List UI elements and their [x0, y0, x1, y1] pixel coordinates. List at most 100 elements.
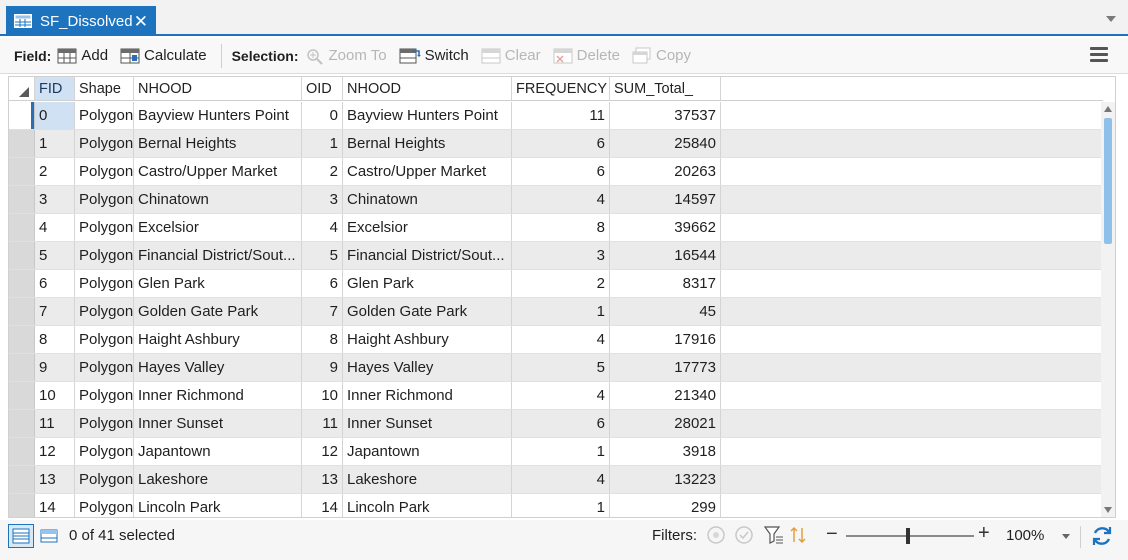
row-selector[interactable] [9, 186, 35, 213]
row-selector[interactable] [9, 466, 35, 493]
table-row[interactable]: 10 Polygon Inner Richmond 10 Inner Richmond 4… [9, 382, 1103, 410]
cell-sum-total[interactable]: 21340 [610, 382, 721, 409]
cell-oid[interactable]: 1 [302, 130, 343, 157]
cell-shape[interactable]: Polygon [75, 186, 134, 213]
zoom-level[interactable]: 100% [1006, 527, 1044, 544]
table-row[interactable]: 1 Polygon Bernal Heights 1 Bernal Heights 6 25… [9, 130, 1103, 158]
cell-frequency[interactable]: 2 [512, 270, 610, 297]
cell-frequency[interactable]: 8 [512, 214, 610, 241]
table-row[interactable]: 9 Polygon Hayes Valley 9 Hayes Valley 5 17773 [9, 354, 1103, 382]
cell-frequency[interactable]: 3 [512, 242, 610, 269]
column-header-sum-total[interactable]: SUM_Total_ [610, 77, 721, 100]
cell-sum-total[interactable]: 28021 [610, 410, 721, 437]
calculate-field-button[interactable]: Calculate [120, 47, 207, 65]
column-header-fid[interactable]: FID [35, 77, 75, 100]
table-row[interactable]: 0 Polygon Bayview Hunters Point 0 Bayview Hu… [9, 102, 1103, 130]
copy-selection-button[interactable]: Copy [632, 47, 691, 65]
cell-nhood[interactable]: Japantown [134, 438, 302, 465]
zoom-slider-handle[interactable] [906, 528, 910, 544]
cell-shape[interactable]: Polygon [75, 102, 134, 129]
cell-nhood[interactable]: Excelsior [134, 214, 302, 241]
cell-nhood-2[interactable]: Inner Sunset [343, 410, 512, 437]
table-row[interactable]: 4 Polygon Excelsior 4 Excelsior 8 39662 [9, 214, 1103, 242]
cell-nhood[interactable]: Lincoln Park [134, 494, 302, 517]
column-header-frequency[interactable]: FREQUENCY [512, 77, 610, 100]
row-selector[interactable] [9, 410, 35, 437]
cell-sum-total[interactable]: 39662 [610, 214, 721, 241]
column-header-shape[interactable]: Shape [75, 77, 134, 100]
cell-frequency[interactable]: 4 [512, 186, 610, 213]
cell-oid[interactable]: 7 [302, 298, 343, 325]
refresh-icon[interactable] [1090, 524, 1114, 548]
zoom-in-button[interactable]: + [978, 522, 990, 545]
vertical-scrollbar[interactable] [1101, 102, 1115, 517]
row-selector[interactable] [9, 130, 35, 157]
cell-oid[interactable]: 0 [302, 102, 343, 129]
cell-shape[interactable]: Polygon [75, 382, 134, 409]
cell-oid[interactable]: 4 [302, 214, 343, 241]
close-icon[interactable]: ✕ [134, 13, 148, 30]
cell-oid[interactable]: 13 [302, 466, 343, 493]
cell-frequency[interactable]: 4 [512, 466, 610, 493]
cell-frequency[interactable]: 1 [512, 438, 610, 465]
cell-oid[interactable]: 6 [302, 270, 343, 297]
cell-nhood-2[interactable]: Financial District/Sout... [343, 242, 512, 269]
cell-fid[interactable]: 10 [35, 382, 75, 409]
table-row[interactable]: 12 Polygon Japantown 12 Japantown 1 3918 [9, 438, 1103, 466]
cell-nhood-2[interactable]: Glen Park [343, 270, 512, 297]
tab-overflow-chevron-down-icon[interactable] [1106, 16, 1116, 22]
cell-sum-total[interactable]: 3918 [610, 438, 721, 465]
cell-fid[interactable]: 0 [35, 102, 75, 129]
cell-fid[interactable]: 9 [35, 354, 75, 381]
cell-nhood[interactable]: Bernal Heights [134, 130, 302, 157]
cell-shape[interactable]: Polygon [75, 494, 134, 517]
cell-sum-total[interactable]: 20263 [610, 158, 721, 185]
cell-nhood-2[interactable]: Bayview Hunters Point [343, 102, 512, 129]
table-row[interactable]: 8 Polygon Haight Ashbury 8 Haight Ashbury 4 17… [9, 326, 1103, 354]
cell-sum-total[interactable]: 17773 [610, 354, 721, 381]
cell-shape[interactable]: Polygon [75, 158, 134, 185]
cell-nhood-2[interactable]: Lakeshore [343, 466, 512, 493]
cell-nhood[interactable]: Golden Gate Park [134, 298, 302, 325]
cell-oid[interactable]: 14 [302, 494, 343, 517]
cell-shape[interactable]: Polygon [75, 438, 134, 465]
row-selector[interactable] [9, 158, 35, 185]
cell-frequency[interactable]: 6 [512, 158, 610, 185]
filter-extent-icon[interactable] [706, 525, 726, 545]
tab-sf-dissolved[interactable]: SF_Dissolved ✕ [6, 6, 156, 36]
cell-nhood-2[interactable]: Bernal Heights [343, 130, 512, 157]
cell-nhood[interactable]: Inner Sunset [134, 410, 302, 437]
cell-nhood-2[interactable]: Golden Gate Park [343, 298, 512, 325]
cell-nhood[interactable]: Castro/Upper Market [134, 158, 302, 185]
menu-icon[interactable] [1090, 47, 1108, 63]
row-selector[interactable] [9, 242, 35, 269]
column-header-nhood-2[interactable]: NHOOD [343, 77, 512, 100]
cell-frequency[interactable]: 6 [512, 410, 610, 437]
row-selector[interactable] [9, 438, 35, 465]
cell-shape[interactable]: Polygon [75, 298, 134, 325]
scroll-down-icon[interactable] [1104, 507, 1112, 513]
cell-oid[interactable]: 3 [302, 186, 343, 213]
cell-shape[interactable]: Polygon [75, 214, 134, 241]
cell-oid[interactable]: 10 [302, 382, 343, 409]
cell-frequency[interactable]: 5 [512, 354, 610, 381]
cell-shape[interactable]: Polygon [75, 242, 134, 269]
table-row[interactable]: 13 Polygon Lakeshore 13 Lakeshore 4 13223 [9, 466, 1103, 494]
cell-shape[interactable]: Polygon [75, 354, 134, 381]
cell-fid[interactable]: 1 [35, 130, 75, 157]
switch-selection-button[interactable]: Switch [399, 47, 469, 65]
cell-nhood[interactable]: Chinatown [134, 186, 302, 213]
cell-sum-total[interactable]: 16544 [610, 242, 721, 269]
row-selector[interactable] [9, 298, 35, 325]
zoom-slider-track[interactable] [846, 535, 974, 537]
table-row[interactable]: 11 Polygon Inner Sunset 11 Inner Sunset 6 2802… [9, 410, 1103, 438]
row-selector[interactable] [9, 382, 35, 409]
cell-frequency[interactable]: 6 [512, 130, 610, 157]
cell-fid[interactable]: 5 [35, 242, 75, 269]
field-view-button[interactable] [36, 524, 62, 548]
add-field-button[interactable]: Add [57, 47, 108, 65]
cell-oid[interactable]: 5 [302, 242, 343, 269]
cell-fid[interactable]: 13 [35, 466, 75, 493]
row-selector[interactable] [9, 270, 35, 297]
cell-nhood[interactable]: Bayview Hunters Point [134, 102, 302, 129]
